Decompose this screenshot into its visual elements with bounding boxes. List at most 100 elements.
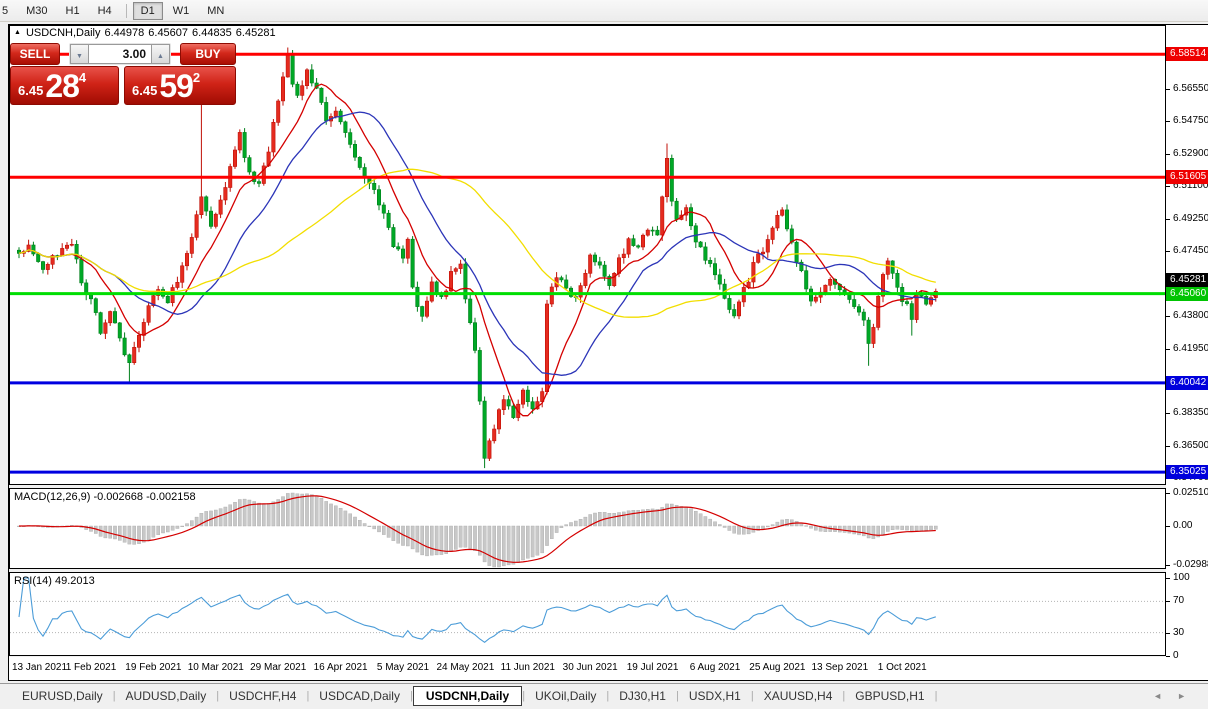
timeframe-button-d1[interactable]: D1	[133, 2, 163, 20]
timeframe-button-w1[interactable]: W1	[165, 2, 198, 20]
chart-symbol-title: USDCNH,Daily	[26, 27, 101, 39]
chart-tab-eurusd[interactable]: EURUSD,Daily	[12, 686, 113, 706]
chart-tab-audusd[interactable]: AUDUSD,Daily	[116, 686, 217, 706]
sell-button[interactable]: SELL	[10, 43, 60, 65]
axis-tick	[1166, 89, 1170, 90]
axis-label: 6.43800	[1173, 310, 1208, 322]
tab-scroll-right-icon[interactable]: ►	[1177, 691, 1186, 701]
tab-scroll-left-icon[interactable]: ◄	[1153, 691, 1162, 701]
chart-tab-gbpusd[interactable]: GBPUSD,H1	[845, 686, 934, 706]
time-axis-label: 16 Apr 2021	[314, 662, 368, 673]
buy-price-quote[interactable]: 6.45592	[124, 66, 236, 105]
chart-tab-xauusd[interactable]: XAUUSD,H4	[754, 686, 843, 706]
chart-tab-bar: EURUSD,Daily|AUDUSD,Daily|USDCHF,H4|USDC…	[0, 683, 1208, 709]
time-axis-label: 30 Jun 2021	[563, 662, 618, 673]
ohlc-high: 6.45607	[148, 27, 188, 39]
axis-tick	[1166, 219, 1170, 220]
timeframe-button-m30[interactable]: M30	[18, 2, 55, 20]
buy-price-big: 59	[159, 71, 193, 101]
collapse-panel-icon[interactable]: ▲	[14, 29, 21, 36]
chart-tab-usdchf[interactable]: USDCHF,H4	[219, 686, 306, 706]
axis-tick	[1166, 446, 1170, 447]
level-price-tag: 6.35025	[1166, 465, 1208, 479]
timeframe-button-h1[interactable]: H1	[58, 2, 88, 20]
sell-price-quote[interactable]: 6.45284	[10, 66, 119, 105]
chart-tab-usdcad[interactable]: USDCAD,Daily	[309, 686, 410, 706]
axis-label: 6.47450	[1173, 245, 1208, 257]
toolbar-separator	[126, 4, 127, 18]
axis-label: 30	[1173, 627, 1184, 639]
time-axis-label: 5 May 2021	[377, 662, 429, 673]
time-axis-label: 25 Aug 2021	[749, 662, 805, 673]
chart-tab-ukoil[interactable]: UKOil,Daily	[525, 686, 606, 706]
level-price-tag: 6.58514	[1166, 47, 1208, 61]
axis-tick	[1166, 154, 1170, 155]
axis-label: 6.56550	[1173, 83, 1208, 95]
level-price-tag: 6.45060	[1166, 287, 1208, 301]
buy-price-pipette: 2	[193, 70, 200, 85]
volume-stepper: ▼ 3.00 ▲	[69, 43, 171, 65]
axis-tick	[1166, 186, 1170, 187]
chart-tab-usdx[interactable]: USDX,H1	[679, 686, 751, 706]
time-axis-label: 13 Jan 2021	[12, 662, 67, 673]
time-axis-label: 10 Mar 2021	[188, 662, 244, 673]
time-axis-label: 29 Mar 2021	[250, 662, 306, 673]
axis-tick	[1166, 316, 1170, 317]
volume-decrease-button[interactable]: ▼	[70, 44, 89, 64]
axis-label: 6.41950	[1173, 343, 1208, 355]
axis-tick	[1166, 565, 1170, 566]
current-price-tag: 6.45281	[1166, 273, 1208, 287]
level-price-tag: 6.51605	[1166, 170, 1208, 184]
chart-tabs: EURUSD,Daily|AUDUSD,Daily|USDCHF,H4|USDC…	[12, 686, 937, 706]
axis-tick	[1166, 633, 1170, 634]
up-arrow-icon: ▲	[157, 53, 164, 60]
sell-price-big: 28	[45, 71, 79, 101]
time-axis-label: 1 Oct 2021	[878, 662, 927, 673]
axis-label: 6.52900	[1173, 148, 1208, 160]
ohlc-open: 6.44978	[105, 27, 145, 39]
time-axis-label: 19 Feb 2021	[125, 662, 181, 673]
chart-title-bar: ▲ USDCNH,Daily 6.449786.45607 6.44835 6.4528…	[14, 27, 280, 39]
volume-increase-button[interactable]: ▲	[151, 44, 170, 64]
axis-label: 0.025108	[1173, 487, 1208, 499]
axis-label: 0	[1173, 650, 1179, 662]
ohlc-low: 6.44835	[192, 27, 232, 39]
tab-separator: |	[935, 690, 938, 702]
time-axis-label: 11 Jun 2021	[501, 662, 555, 673]
chart-tab-usdcnh[interactable]: USDCNH,Daily	[413, 686, 522, 706]
time-axis[interactable]: 13 Jan 20211 Feb 2021 19 Feb 2021 10 Mar 2…	[9, 657, 1166, 680]
axis-tick	[1166, 251, 1170, 252]
price-axis[interactable]: 6.565506.547506.529006.511006.492506.474…	[1166, 25, 1208, 680]
axis-tick	[1166, 121, 1170, 122]
axis-tick	[1166, 493, 1170, 494]
timeframe-toolbar: 5M30H1H4 D1W1MN	[0, 0, 1208, 22]
level-price-tag: 6.40042	[1166, 376, 1208, 390]
axis-label: 6.54750	[1173, 115, 1208, 127]
rsi-label: RSI(14) 49.2013	[14, 575, 95, 587]
axis-label: -0.02988	[1173, 559, 1208, 571]
one-click-trading-panel: SELL ▼ 3.00 ▲ BUY 6.45284 6.45592	[10, 43, 236, 105]
chart-tab-dj30[interactable]: DJ30,H1	[609, 686, 676, 706]
timeframe-button-5[interactable]: 5	[0, 2, 16, 20]
time-axis-label: 19 Jul 2021	[627, 662, 679, 673]
axis-tick	[1166, 413, 1170, 414]
axis-label: 6.36500	[1173, 440, 1208, 452]
macd-label: MACD(12,26,9) -0.002668 -0.002158	[14, 491, 196, 503]
chart-window: ▲USDCNH,Daily6.449786.456076.448356.4528…	[8, 24, 1208, 681]
buy-button[interactable]: BUY	[180, 43, 236, 65]
axis-tick	[1166, 526, 1170, 527]
timeframe-button-mn[interactable]: MN	[199, 2, 232, 20]
buy-price-prefix: 6.45	[132, 83, 157, 98]
time-axis-label: 1 Feb 2021	[66, 662, 117, 673]
rsi-indicator-plot[interactable]	[9, 572, 1166, 656]
axis-label: 6.49250	[1173, 213, 1208, 225]
timeframe-button-h4[interactable]: H4	[90, 2, 120, 20]
axis-tick	[1166, 349, 1170, 350]
volume-input[interactable]: 3.00	[89, 44, 151, 64]
axis-tick	[1166, 656, 1170, 657]
sell-price-pipette: 4	[79, 70, 86, 85]
time-axis-label: 24 May 2021	[436, 662, 494, 673]
axis-label: 100	[1173, 572, 1190, 584]
ohlc-close: 6.45281	[236, 27, 276, 39]
down-arrow-icon: ▼	[76, 53, 83, 60]
